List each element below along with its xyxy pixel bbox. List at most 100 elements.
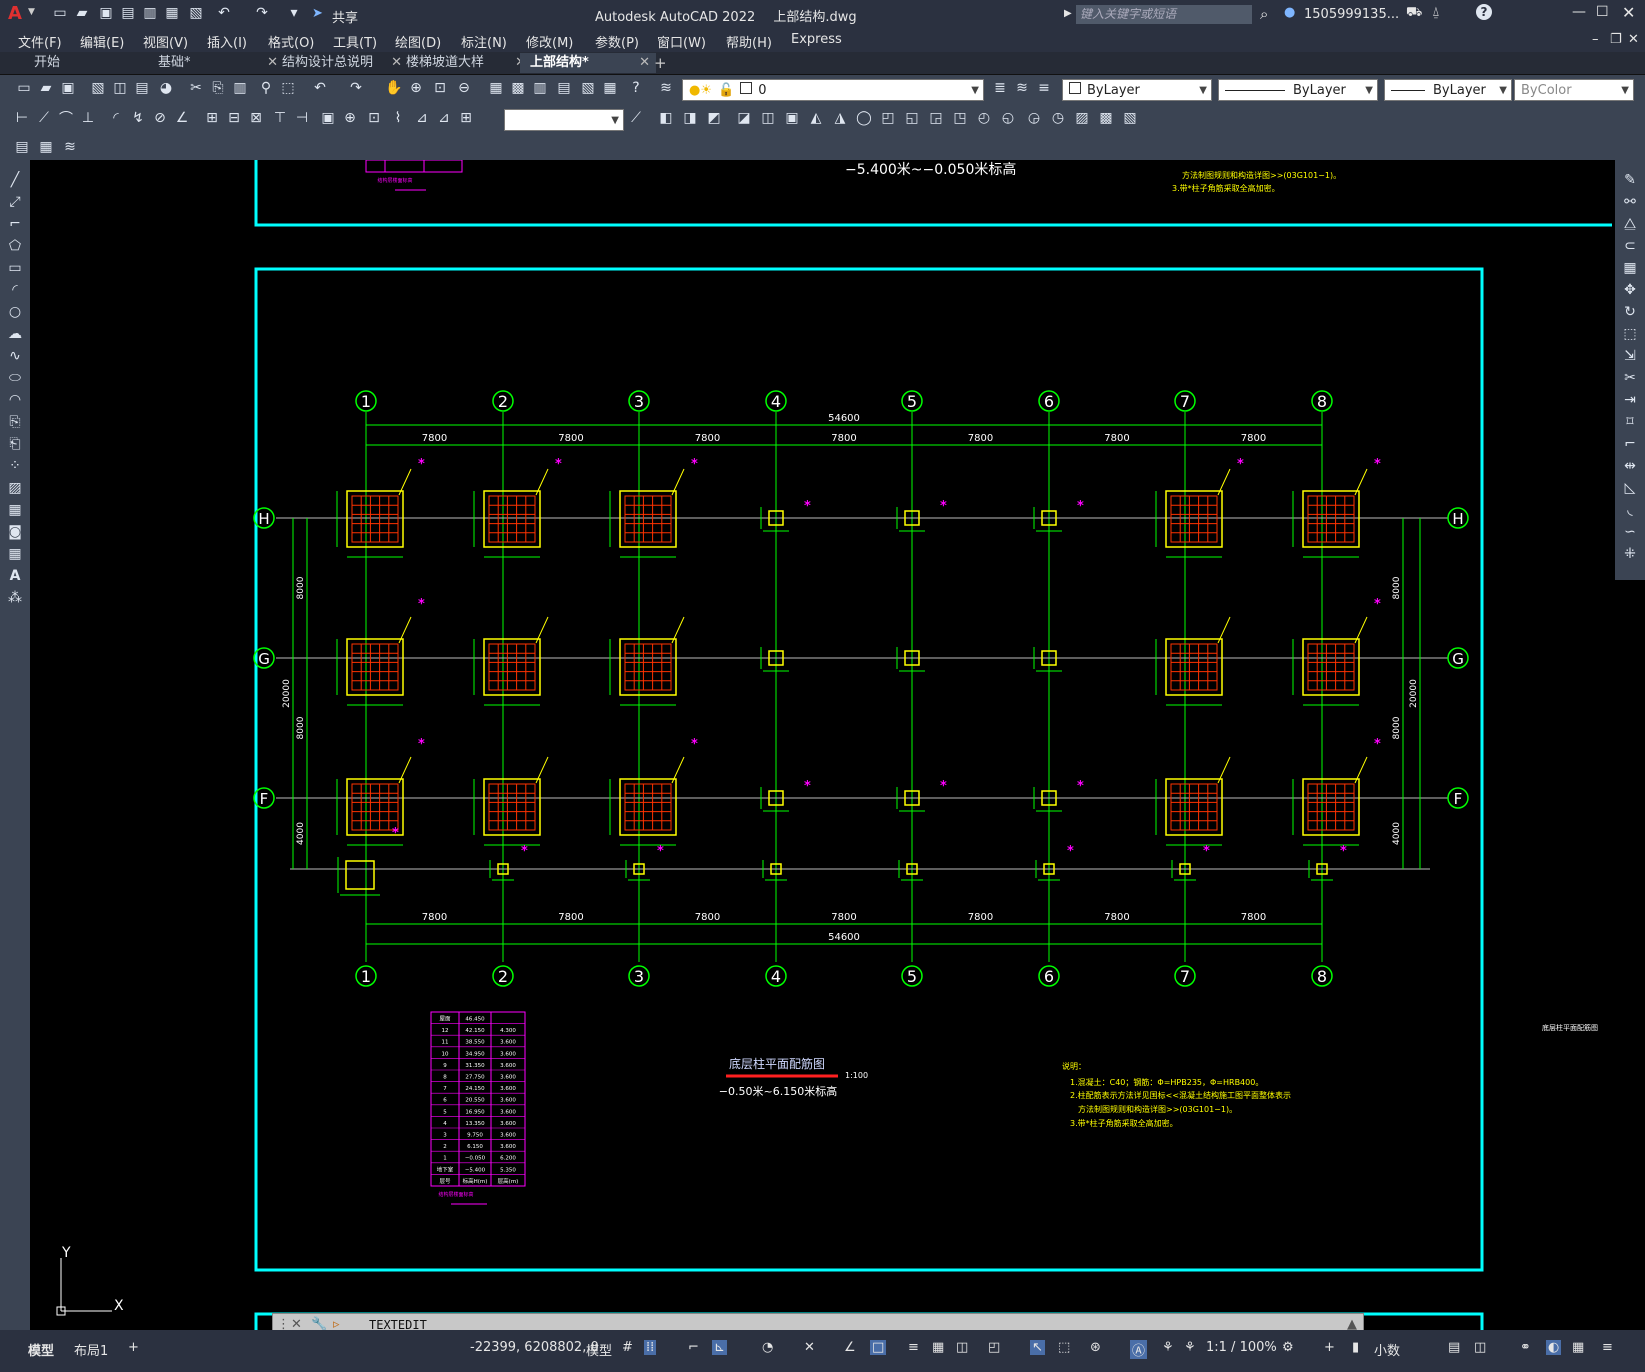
tab-start[interactable]: 开始 (24, 53, 164, 73)
autocad-logo-icon[interactable]: A (8, 3, 22, 24)
annotation-scale-value[interactable]: 1:1 / 100% (1206, 1340, 1277, 1355)
add-selected-icon[interactable]: ⁂ (5, 588, 25, 608)
qsave-icon[interactable]: ▣ (58, 78, 78, 98)
search-input[interactable]: 键入关键字或短语 (1076, 5, 1252, 24)
mod-19-icon[interactable]: ▩ (1096, 108, 1116, 128)
revcloud-icon[interactable]: ☁ (5, 324, 25, 344)
markup-icon[interactable]: ▧ (578, 78, 598, 98)
mod-18-icon[interactable]: ▨ (1072, 108, 1092, 128)
properties-icon[interactable]: ▦ (486, 78, 506, 98)
redo-icon[interactable]: ↷ (252, 3, 272, 23)
model-space-canvas[interactable]: 结构层楼面标高 −5.400米~−0.050米标高 方法制图规则和构造详图>>(… (30, 160, 1615, 1330)
explode-icon[interactable]: ⁜ (1620, 544, 1640, 564)
make-current-icon[interactable]: ≣ (990, 78, 1010, 98)
mod-7-icon[interactable]: ◭ (806, 108, 826, 128)
circle-icon[interactable]: ○ (5, 302, 25, 322)
coordinates[interactable]: -22399, 6208802, 0 (470, 1340, 599, 1355)
undo-toolbar-icon[interactable]: ↶ (310, 78, 330, 98)
polygon-icon[interactable]: ⬠ (5, 236, 25, 256)
model-space-toggle[interactable]: 模型 (586, 1340, 612, 1359)
dim-break-icon[interactable]: ⊣ (292, 108, 312, 128)
rotate-icon[interactable]: ↻ (1620, 302, 1640, 322)
save-web-icon[interactable]: ▦ (162, 3, 182, 23)
tab-close-icon[interactable]: ✕ (639, 53, 650, 73)
aligned-dim-icon[interactable]: ⟋ (34, 108, 54, 128)
mod-3-icon[interactable]: ◩ (704, 108, 724, 128)
lock-ui-icon[interactable]: ◫ (1474, 1340, 1486, 1355)
dim-update-icon[interactable]: ⊞ (456, 108, 476, 128)
quickcalc-icon[interactable]: ▦ (600, 78, 620, 98)
fillet-icon[interactable]: ◟ (1620, 500, 1640, 520)
layer-states-icon[interactable]: ≡ (1034, 78, 1054, 98)
menu-window[interactable]: 窗口(W) (657, 32, 706, 51)
tab-stair-details[interactable]: 楼梯坡道大样✕ (396, 53, 532, 73)
add-layout-icon[interactable]: + (128, 1340, 139, 1355)
mtext-icon[interactable]: A (5, 566, 25, 586)
mod-17-icon[interactable]: ◷ (1048, 108, 1068, 128)
layout-tab-layout1[interactable]: 布局1 (74, 1340, 108, 1359)
open-web-icon[interactable]: ▥ (140, 3, 160, 23)
layer-previous-icon[interactable]: ≋ (1012, 78, 1032, 98)
clean-screen-icon[interactable]: ▦ (1572, 1340, 1584, 1355)
arc-length-icon[interactable]: ⌒ (56, 108, 76, 128)
line-icon[interactable]: ╱ (5, 170, 25, 190)
dimtedit-icon[interactable]: ⊿ (434, 108, 454, 128)
dim-space-icon[interactable]: ⊤ (270, 108, 290, 128)
otrack-icon[interactable]: ∠ (844, 1340, 856, 1355)
units-value[interactable]: 小数 (1374, 1340, 1400, 1359)
user-name[interactable]: 1505999135... (1304, 7, 1399, 22)
point-icon[interactable]: ⁘ (5, 456, 25, 476)
mod-5-icon[interactable]: ◫ (758, 108, 778, 128)
block-editor-icon[interactable]: ⬚ (278, 78, 298, 98)
cut-icon[interactable]: ✂ (186, 78, 206, 98)
spline-icon[interactable]: ∿ (5, 346, 25, 366)
menu-express[interactable]: Express (791, 32, 842, 47)
extend-icon[interactable]: ⇥ (1620, 390, 1640, 410)
jogged-linear-icon[interactable]: ⌇ (388, 108, 408, 128)
stretch-icon[interactable]: ⇲ (1620, 346, 1640, 366)
ellipse-icon[interactable]: ⬭ (5, 368, 25, 388)
mod-13-icon[interactable]: ◳ (950, 108, 970, 128)
new-tab-icon[interactable]: + (654, 54, 667, 72)
mod-8-icon[interactable]: ◮ (830, 108, 850, 128)
insert-block-icon[interactable]: ⎘ (5, 412, 25, 432)
redo-toolbar-icon[interactable]: ↷ (346, 78, 366, 98)
plot-toolbar-icon[interactable]: ▧ (88, 78, 108, 98)
3dosnap-icon[interactable]: ◰ (988, 1340, 1000, 1355)
linear-dim-icon[interactable]: ⊢ (12, 108, 32, 128)
mod-12-icon[interactable]: ◲ (926, 108, 946, 128)
selection-cycling-icon[interactable]: ◫ (956, 1340, 968, 1355)
copy-icon[interactable]: ⎘ (208, 78, 228, 98)
mod-6-icon[interactable]: ▣ (782, 108, 802, 128)
dimstyle-combo[interactable]: ▼ (504, 109, 624, 131)
mod-9-icon[interactable]: ◯ (854, 108, 874, 128)
app-menu-chevron-icon[interactable]: ▼ (28, 7, 35, 17)
infer-icon[interactable]: ⌐ (688, 1340, 699, 1355)
graphics-performance-icon[interactable]: ◐ (1546, 1340, 1562, 1355)
dimstyle-icon[interactable]: ⟋ (626, 108, 646, 128)
tolerance-icon[interactable]: ▣ (318, 108, 338, 128)
ellipse-arc-icon[interactable]: ◠ (5, 390, 25, 410)
continue-dim-icon[interactable]: ⊠ (246, 108, 266, 128)
angular-dim-icon[interactable]: ∠ (172, 108, 192, 128)
match-properties-icon[interactable]: ⚲ (256, 78, 276, 98)
zoom-previous-icon[interactable]: ⊖ (454, 78, 474, 98)
qnew-icon[interactable]: ▭ (14, 78, 34, 98)
mod-16-icon[interactable]: ◶ (1024, 108, 1044, 128)
array-icon[interactable]: ▦ (1620, 258, 1640, 278)
linetype-combo[interactable]: ByLayer ▼ (1218, 79, 1378, 101)
zoom-window-icon[interactable]: ⊡ (430, 78, 450, 98)
region-icon[interactable]: ◙ (5, 522, 25, 542)
maximize-icon[interactable]: ☐ (1596, 4, 1609, 20)
dimedit-icon[interactable]: ⊿ (412, 108, 432, 128)
menu-draw[interactable]: 绘图(D) (395, 32, 441, 51)
design-center-icon[interactable]: ▩ (508, 78, 528, 98)
menu-help[interactable]: 帮助(H) (726, 32, 772, 51)
diameter-dim-icon[interactable]: ⊘ (150, 108, 170, 128)
undo-icon[interactable]: ↶ (214, 3, 234, 23)
mirror-icon[interactable]: ⧋ (1620, 214, 1640, 234)
polar-icon[interactable]: ◔ (762, 1340, 773, 1355)
hatch-icon[interactable]: ▨ (5, 478, 25, 498)
menu-parametric[interactable]: 参数(P) (595, 32, 639, 51)
customize-status-icon[interactable]: ≡ (1602, 1340, 1613, 1355)
